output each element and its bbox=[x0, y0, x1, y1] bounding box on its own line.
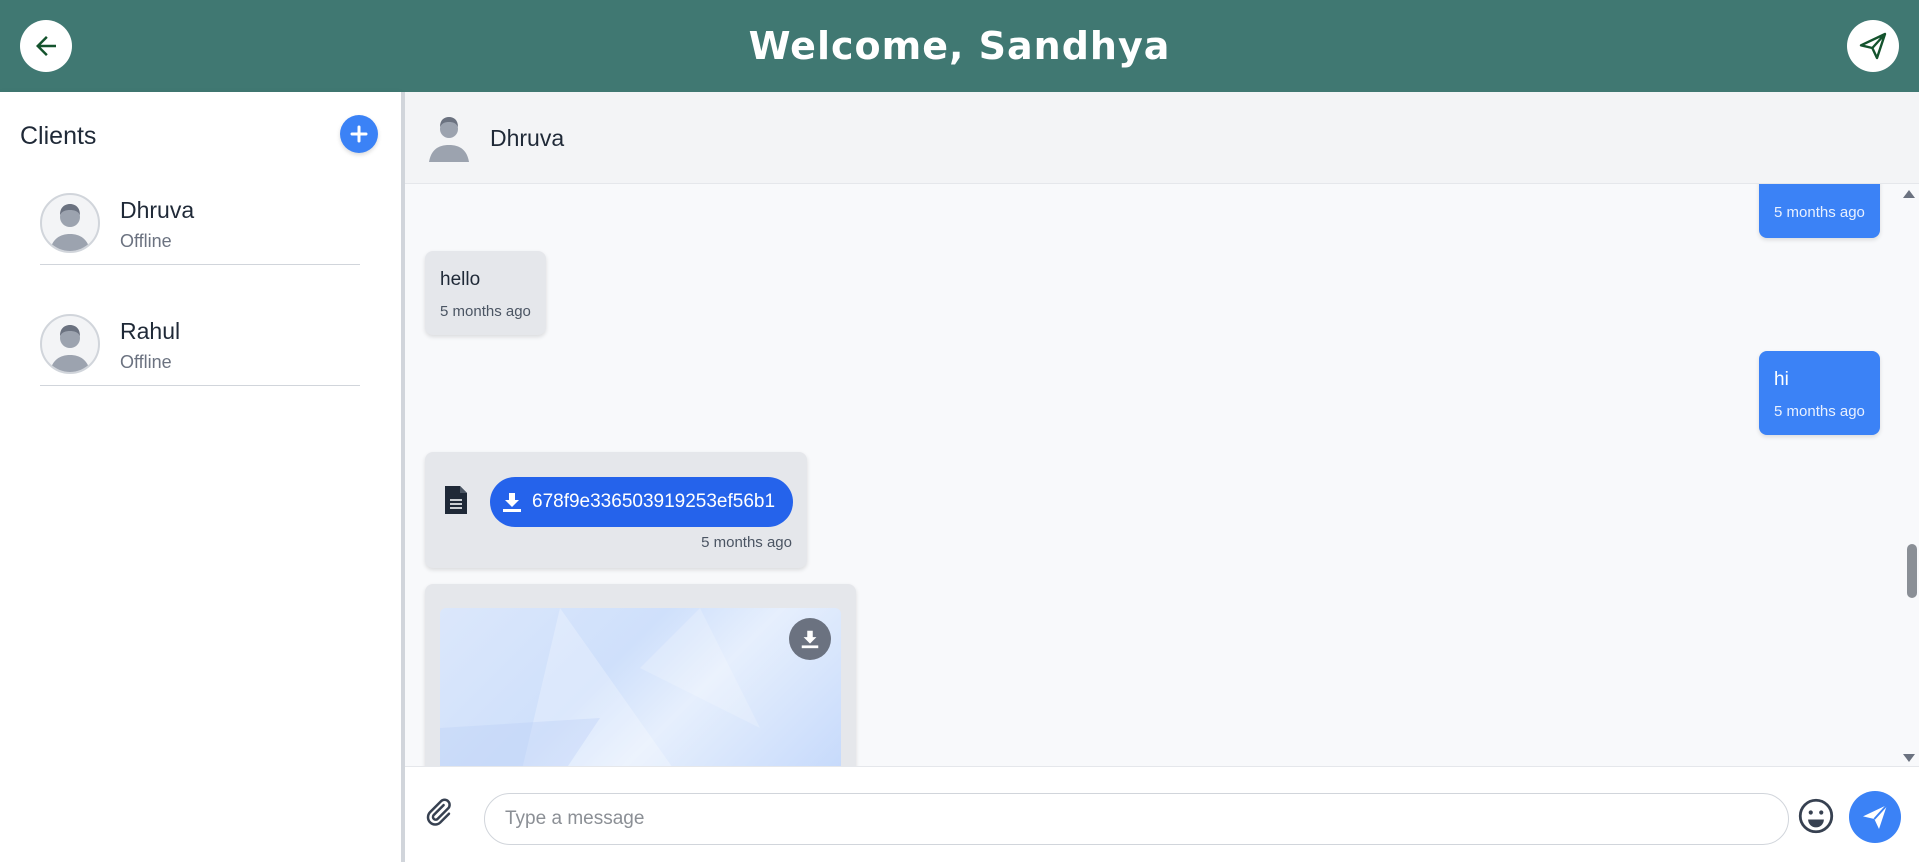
download-icon bbox=[503, 493, 521, 512]
contact-name: Dhruva bbox=[490, 125, 565, 151]
message-time: 5 months ago bbox=[440, 303, 531, 320]
client-status: Offline bbox=[120, 231, 172, 251]
message-composer bbox=[405, 766, 1919, 862]
file-name: 678f9e336503919253ef56b1 bbox=[532, 491, 776, 512]
download-icon bbox=[801, 630, 819, 649]
plus-icon bbox=[350, 125, 368, 143]
document-icon bbox=[443, 484, 469, 521]
message-text: hi bbox=[1774, 369, 1789, 390]
send-button[interactable] bbox=[1849, 791, 1901, 843]
message-image bbox=[425, 584, 856, 766]
chat-panel: Dhruva hi 5 months ago hello 5 months ag… bbox=[405, 92, 1919, 862]
attach-button[interactable] bbox=[423, 797, 453, 832]
image-content bbox=[440, 608, 760, 766]
back-button[interactable] bbox=[20, 20, 72, 72]
scroll-up-arrow[interactable] bbox=[1903, 190, 1915, 198]
user-avatar-icon bbox=[50, 325, 90, 372]
user-avatar-icon bbox=[50, 204, 90, 251]
avatar bbox=[40, 193, 100, 253]
app-header: Welcome, Sandhya bbox=[0, 0, 1919, 92]
message-time: 5 months ago bbox=[1774, 204, 1865, 221]
message-incoming: hello 5 months ago bbox=[425, 251, 546, 335]
page-title: Welcome, Sandhya bbox=[748, 24, 1171, 68]
client-name: Dhruva bbox=[120, 197, 195, 223]
client-name: Rahul bbox=[120, 318, 181, 344]
avatar bbox=[40, 314, 100, 374]
message-time: 5 months ago bbox=[701, 534, 792, 551]
chat-header: Dhruva bbox=[405, 92, 1919, 184]
message-input[interactable] bbox=[484, 793, 1789, 845]
image-download-button[interactable] bbox=[789, 618, 831, 660]
avatar bbox=[427, 114, 471, 162]
message-outgoing: hi 5 months ago bbox=[1759, 351, 1880, 435]
scroll-down-arrow[interactable] bbox=[1903, 754, 1915, 762]
message-text: hi bbox=[1774, 184, 1789, 190]
message-text: hello bbox=[440, 269, 481, 290]
user-avatar-icon bbox=[429, 117, 469, 162]
message-outgoing: hi 5 months ago bbox=[1759, 184, 1880, 238]
send-header-button[interactable] bbox=[1847, 20, 1899, 72]
message-file: 678f9e336503919253ef56b1 5 months ago bbox=[425, 452, 807, 568]
client-status: Offline bbox=[120, 352, 172, 372]
paper-plane-icon bbox=[1859, 32, 1887, 60]
client-item-rahul[interactable]: Rahul Offline bbox=[40, 314, 360, 386]
image-preview[interactable] bbox=[440, 608, 841, 766]
smiley-icon bbox=[1798, 798, 1834, 834]
emoji-button[interactable] bbox=[1795, 795, 1837, 842]
clients-title: Clients bbox=[20, 122, 97, 150]
message-list[interactable]: hi 5 months ago hello 5 months ago hi 5 … bbox=[405, 184, 1919, 766]
clients-sidebar: Clients Dhruva Offline Rahul Offline bbox=[0, 92, 401, 862]
client-item-dhruva[interactable]: Dhruva Offline bbox=[40, 193, 360, 265]
file-download-link[interactable]: 678f9e336503919253ef56b1 bbox=[490, 477, 793, 527]
message-time: 5 months ago bbox=[1774, 403, 1865, 420]
scrollbar-thumb[interactable] bbox=[1907, 544, 1917, 598]
add-client-button[interactable] bbox=[340, 115, 378, 153]
arrow-left-icon bbox=[36, 36, 56, 56]
paperclip-icon bbox=[426, 798, 451, 826]
paper-plane-icon bbox=[1863, 804, 1888, 829]
